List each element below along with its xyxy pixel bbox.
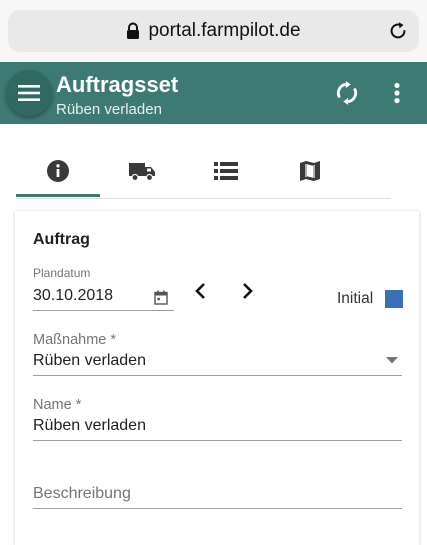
tab-list[interactable]	[184, 146, 268, 196]
lock-icon	[127, 22, 140, 39]
truck-icon	[129, 163, 155, 182]
menu-icon	[18, 85, 40, 101]
map-icon	[300, 161, 320, 181]
chevron-left-icon[interactable]	[194, 282, 208, 300]
initial-label: Initial	[337, 290, 374, 307]
chevron-right-icon[interactable]	[240, 282, 254, 300]
plandatum-underline	[33, 310, 174, 311]
page-subtitle: Rüben verladen	[56, 101, 162, 118]
info-icon	[47, 160, 69, 182]
name-label: Name *	[33, 397, 82, 413]
app-bar: Auftragsset Rüben verladen	[0, 62, 427, 124]
massnahme-underline	[33, 375, 402, 376]
plandatum-field[interactable]: 30.10.2018	[33, 287, 113, 305]
reload-icon[interactable]	[387, 20, 409, 42]
tab-vehicles[interactable]	[100, 146, 184, 196]
sync-icon[interactable]	[334, 80, 360, 106]
section-title: Auftrag	[33, 231, 90, 248]
plandatum-label: Plandatum	[33, 266, 91, 280]
calendar-icon[interactable]	[154, 290, 168, 305]
massnahme-label: Maßnahme *	[33, 332, 117, 348]
name-field[interactable]: Rüben verladen	[33, 417, 146, 435]
list-icon	[214, 162, 238, 180]
tab-info[interactable]	[16, 146, 100, 197]
order-card: Auftrag Plandatum 30.10.2018 Initial Maß…	[15, 211, 419, 545]
tab-map[interactable]	[268, 146, 352, 196]
address-content: portal.farmpilot.de	[8, 10, 419, 52]
dropdown-arrow-icon[interactable]	[386, 357, 398, 364]
tab-bar	[16, 146, 391, 199]
url-text: portal.farmpilot.de	[148, 20, 301, 41]
massnahme-select[interactable]: Rüben verladen	[33, 352, 146, 370]
beschreibung-field[interactable]: Beschreibung	[33, 485, 131, 503]
menu-button[interactable]	[6, 70, 52, 116]
beschreibung-underline	[33, 508, 402, 509]
more-vert-icon[interactable]	[384, 80, 410, 106]
initial-color-swatch[interactable]	[385, 290, 403, 308]
page-title: Auftragsset	[56, 72, 179, 97]
address-bar[interactable]: portal.farmpilot.de	[8, 10, 419, 52]
browser-bar: portal.farmpilot.de	[0, 0, 427, 62]
name-underline	[33, 440, 402, 441]
